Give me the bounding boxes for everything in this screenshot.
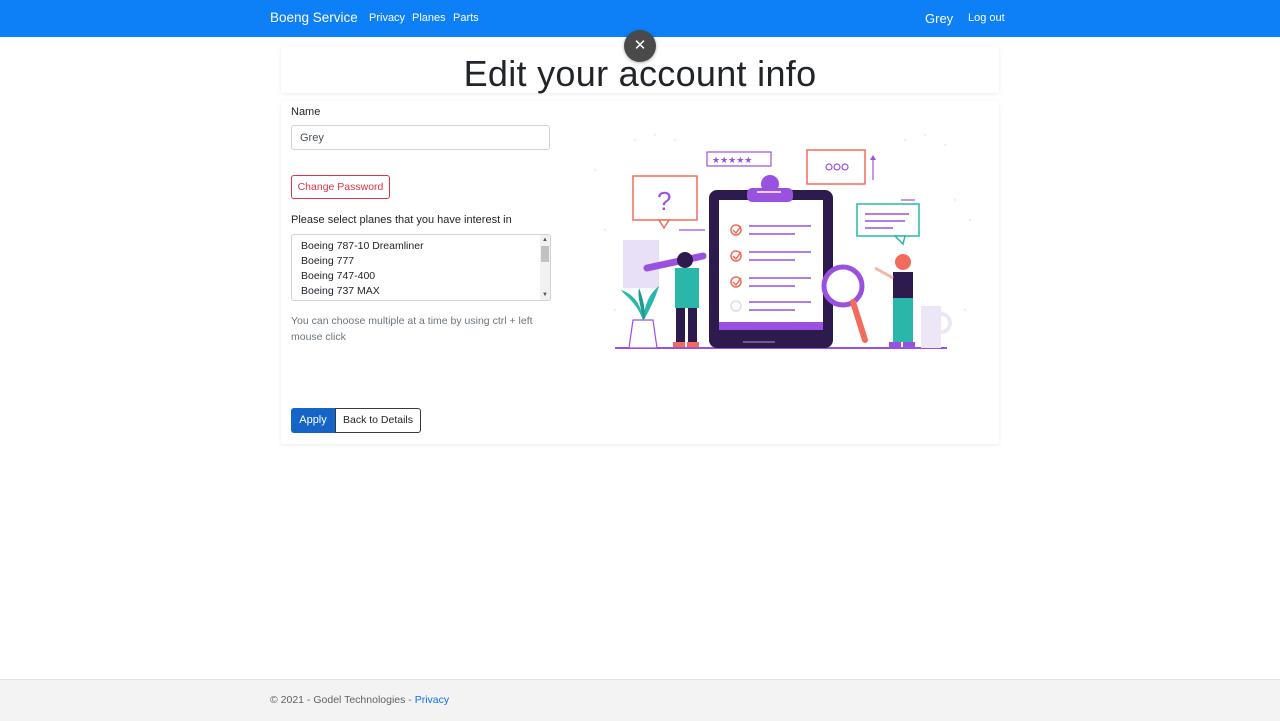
back-to-details-button[interactable]: Back to Details <box>335 408 421 433</box>
message-bubble-icon <box>856 203 920 246</box>
change-password-button[interactable]: Change Password <box>291 175 390 199</box>
name-input[interactable] <box>291 125 550 150</box>
brand-link[interactable]: Boeng Service <box>270 10 358 25</box>
cup-icon <box>921 306 952 348</box>
multiselect-hint: You can choose multiple at a time by usi… <box>291 315 533 343</box>
plane-option[interactable]: Boeing 787-10 Dreamliner <box>301 240 424 252</box>
scroll-thumb[interactable] <box>541 246 549 262</box>
logout-link[interactable]: Log out <box>968 12 1005 24</box>
planes-label: Please select planes that you have inter… <box>291 214 512 226</box>
clipboard-checklist-icon <box>709 175 833 348</box>
apply-button[interactable]: Apply <box>291 408 335 433</box>
nav-user-name[interactable]: Grey <box>925 11 953 26</box>
scroll-down-arrow-icon[interactable]: ▼ <box>541 291 549 299</box>
footer-privacy-link[interactable]: Privacy <box>415 694 449 706</box>
footer-copyright: © 2021 - Godel Technologies - <box>270 694 415 706</box>
nav-link-planes[interactable]: Planes <box>412 12 446 24</box>
footer-text: © 2021 - Godel Technologies - Privacy <box>270 694 449 706</box>
footer: © 2021 - Godel Technologies - Privacy <box>0 679 1280 721</box>
chat-bubble-icon <box>806 149 876 185</box>
plant-icon <box>621 286 659 349</box>
close-icon[interactable]: ✕ <box>624 30 656 62</box>
name-label: Name <box>291 106 321 118</box>
plane-option[interactable]: Boeing 747-400 <box>301 270 375 282</box>
nav-link-parts[interactable]: Parts <box>453 12 479 24</box>
nav-link-privacy[interactable]: Privacy <box>369 12 405 24</box>
account-illustration: ? ★★★★★ <box>593 133 972 349</box>
svg-text:★★★★★: ★★★★★ <box>712 156 752 166</box>
question-bubble-icon: ? <box>632 175 698 230</box>
svg-text:?: ? <box>657 186 671 216</box>
planes-multiselect[interactable]: Boeing 787-10 Dreamliner Boeing 777 Boei… <box>291 234 551 301</box>
select-scrollbar[interactable]: ▲ ▼ <box>540 235 550 300</box>
plane-option[interactable]: Boeing 737 MAX <box>301 285 380 297</box>
plane-option[interactable]: Boeing 777 <box>301 255 354 267</box>
person-pointing-icon <box>874 254 915 347</box>
rating-stars-icon: ★★★★★ <box>706 151 772 167</box>
scroll-up-arrow-icon[interactable]: ▲ <box>541 236 549 244</box>
